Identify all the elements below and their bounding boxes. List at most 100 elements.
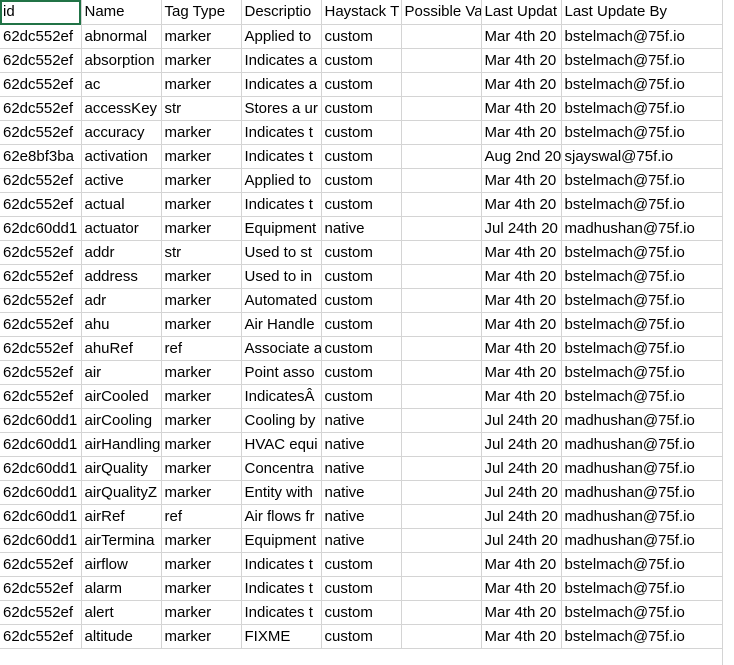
id-cell[interactable]: 62dc552ef <box>0 192 82 217</box>
tag-type-cell[interactable]: marker <box>161 456 242 481</box>
last-updated-cell[interactable]: Mar 4th 20 <box>481 312 562 337</box>
id-cell[interactable]: 62dc552ef <box>0 288 82 313</box>
description-cell[interactable]: HVAC equi <box>241 432 322 457</box>
haystack-type-cell[interactable]: native <box>321 216 402 241</box>
last-update-by-cell[interactable]: madhushan@75f.io <box>561 216 723 241</box>
haystack-type-cell[interactable]: native <box>321 504 402 529</box>
possible-values-cell[interactable] <box>401 24 482 49</box>
possible-values-cell[interactable] <box>401 408 482 433</box>
haystack-type-cell[interactable]: custom <box>321 24 402 49</box>
name-cell[interactable]: absorption <box>81 48 162 73</box>
haystack-type-cell[interactable]: custom <box>321 552 402 577</box>
last-update-by-cell[interactable]: bstelmach@75f.io <box>561 192 723 217</box>
possible-values-cell[interactable] <box>401 216 482 241</box>
last-updated-cell[interactable]: Jul 24th 20 <box>481 408 562 433</box>
header-cell-last-updated[interactable]: Last Updat <box>481 0 562 25</box>
haystack-type-cell[interactable]: custom <box>321 624 402 649</box>
last-updated-cell[interactable]: Mar 4th 20 <box>481 552 562 577</box>
tag-type-cell[interactable]: str <box>161 240 242 265</box>
last-updated-cell[interactable]: Aug 2nd 20 <box>481 144 562 169</box>
header-cell-last-update-by[interactable]: Last Update By <box>561 0 723 25</box>
description-cell[interactable]: Concentra <box>241 456 322 481</box>
possible-values-cell[interactable] <box>401 360 482 385</box>
id-cell[interactable]: 62dc552ef <box>0 552 82 577</box>
possible-values-cell[interactable] <box>401 48 482 73</box>
last-update-by-cell[interactable]: bstelmach@75f.io <box>561 168 723 193</box>
last-updated-cell[interactable]: Mar 4th 20 <box>481 360 562 385</box>
last-updated-cell[interactable]: Jul 24th 20 <box>481 216 562 241</box>
possible-values-cell[interactable] <box>401 384 482 409</box>
tag-type-cell[interactable]: marker <box>161 24 242 49</box>
last-update-by-cell[interactable]: bstelmach@75f.io <box>561 360 723 385</box>
last-updated-cell[interactable]: Mar 4th 20 <box>481 288 562 313</box>
description-cell[interactable]: Entity with <box>241 480 322 505</box>
last-update-by-cell[interactable]: bstelmach@75f.io <box>561 240 723 265</box>
name-cell[interactable]: airQualityZ <box>81 480 162 505</box>
tag-type-cell[interactable]: marker <box>161 288 242 313</box>
last-updated-cell[interactable]: Mar 4th 20 <box>481 72 562 97</box>
haystack-type-cell[interactable]: native <box>321 456 402 481</box>
tag-type-cell[interactable]: marker <box>161 552 242 577</box>
description-cell[interactable]: Stores a ur <box>241 96 322 121</box>
name-cell[interactable]: ahuRef <box>81 336 162 361</box>
last-updated-cell[interactable]: Jul 24th 20 <box>481 504 562 529</box>
name-cell[interactable]: alert <box>81 600 162 625</box>
tag-type-cell[interactable]: marker <box>161 264 242 289</box>
tag-type-cell[interactable]: marker <box>161 312 242 337</box>
last-updated-cell[interactable]: Mar 4th 20 <box>481 48 562 73</box>
name-cell[interactable]: ahu <box>81 312 162 337</box>
possible-values-cell[interactable] <box>401 552 482 577</box>
last-updated-cell[interactable]: Jul 24th 20 <box>481 480 562 505</box>
tag-type-cell[interactable]: marker <box>161 576 242 601</box>
haystack-type-cell[interactable]: custom <box>321 600 402 625</box>
possible-values-cell[interactable] <box>401 600 482 625</box>
last-updated-cell[interactable]: Mar 4th 20 <box>481 192 562 217</box>
tag-type-cell[interactable]: marker <box>161 48 242 73</box>
id-cell[interactable]: 62dc552ef <box>0 48 82 73</box>
possible-values-cell[interactable] <box>401 240 482 265</box>
header-cell-possible-values[interactable]: Possible Va <box>401 0 482 25</box>
possible-values-cell[interactable] <box>401 192 482 217</box>
id-cell[interactable]: 62dc552ef <box>0 264 82 289</box>
name-cell[interactable]: airTermina <box>81 528 162 553</box>
possible-values-cell[interactable] <box>401 504 482 529</box>
name-cell[interactable]: airQuality <box>81 456 162 481</box>
tag-type-cell[interactable]: marker <box>161 528 242 553</box>
description-cell[interactable]: Used to st <box>241 240 322 265</box>
last-updated-cell[interactable]: Mar 4th 20 <box>481 384 562 409</box>
haystack-type-cell[interactable]: custom <box>321 384 402 409</box>
last-updated-cell[interactable]: Mar 4th 20 <box>481 336 562 361</box>
description-cell[interactable]: Used to in <box>241 264 322 289</box>
last-updated-cell[interactable]: Mar 4th 20 <box>481 624 562 649</box>
name-cell[interactable]: airCooling <box>81 408 162 433</box>
last-update-by-cell[interactable]: bstelmach@75f.io <box>561 96 723 121</box>
haystack-type-cell[interactable]: custom <box>321 576 402 601</box>
tag-type-cell[interactable]: marker <box>161 168 242 193</box>
id-cell[interactable]: 62dc552ef <box>0 72 82 97</box>
name-cell[interactable]: actual <box>81 192 162 217</box>
tag-type-cell[interactable]: marker <box>161 384 242 409</box>
header-cell-tag-type[interactable]: Tag Type <box>161 0 242 25</box>
name-cell[interactable]: adr <box>81 288 162 313</box>
header-cell-id[interactable]: id <box>0 0 82 25</box>
possible-values-cell[interactable] <box>401 432 482 457</box>
name-cell[interactable]: accuracy <box>81 120 162 145</box>
tag-type-cell[interactable]: marker <box>161 624 242 649</box>
description-cell[interactable]: Indicates a <box>241 48 322 73</box>
tag-type-cell[interactable]: marker <box>161 192 242 217</box>
description-cell[interactable]: Indicates t <box>241 552 322 577</box>
name-cell[interactable]: actuator <box>81 216 162 241</box>
name-cell[interactable]: air <box>81 360 162 385</box>
description-cell[interactable]: Air Handle <box>241 312 322 337</box>
description-cell[interactable]: Indicates t <box>241 192 322 217</box>
name-cell[interactable]: activation <box>81 144 162 169</box>
last-updated-cell[interactable]: Mar 4th 20 <box>481 576 562 601</box>
possible-values-cell[interactable] <box>401 72 482 97</box>
last-updated-cell[interactable]: Mar 4th 20 <box>481 24 562 49</box>
haystack-type-cell[interactable]: custom <box>321 144 402 169</box>
possible-values-cell[interactable] <box>401 264 482 289</box>
last-updated-cell[interactable]: Mar 4th 20 <box>481 168 562 193</box>
tag-type-cell[interactable]: marker <box>161 432 242 457</box>
id-cell[interactable]: 62dc60dd1 <box>0 480 82 505</box>
haystack-type-cell[interactable]: custom <box>321 120 402 145</box>
